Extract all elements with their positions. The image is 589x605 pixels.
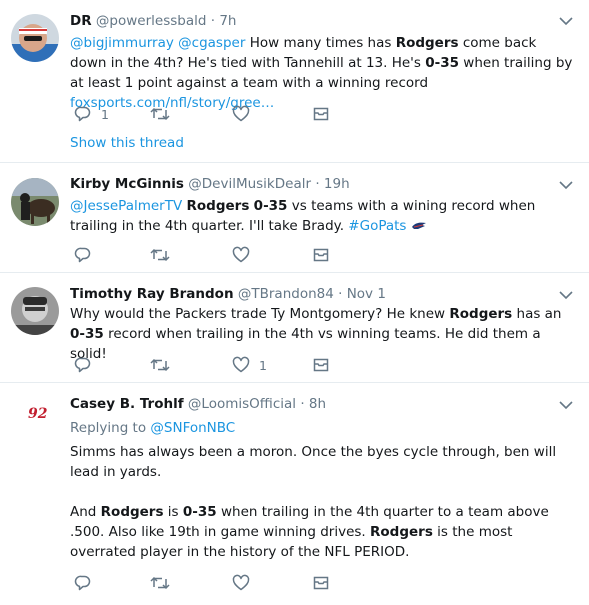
keyword-highlight: Rodgers: [370, 524, 433, 540]
timestamp[interactable]: 19h: [324, 176, 350, 192]
envelope-icon: [313, 107, 329, 121]
text-segment: And: [70, 504, 101, 520]
retweet-button[interactable]: [150, 104, 179, 124]
retweet-icon: [150, 576, 170, 590]
mention-link[interactable]: @JessePalmerTV: [70, 198, 182, 214]
tweet[interactable]: 92 Casey B. Trohlf @LoomisOfficial · 8h …: [0, 383, 589, 605]
separator-dot: ·: [338, 286, 343, 302]
text-segment: How many times has: [245, 35, 396, 51]
chevron-down-icon[interactable]: [559, 16, 573, 26]
show-thread-link[interactable]: Show this thread: [70, 135, 184, 151]
envelope-icon: [313, 248, 329, 262]
heart-icon: [232, 246, 250, 263]
svg-text:92: 92: [28, 406, 48, 422]
envelope-icon: [313, 576, 329, 590]
retweet-button[interactable]: [150, 245, 179, 265]
separator-dot: ·: [210, 13, 216, 29]
heart-icon: [232, 105, 250, 122]
like-button[interactable]: [232, 573, 259, 593]
like-count: 1: [259, 357, 267, 373]
user-handle[interactable]: @DevilMusikDealr: [188, 176, 311, 192]
hashtag-link[interactable]: #GoPats: [348, 218, 406, 234]
display-name[interactable]: DR: [70, 13, 92, 29]
chevron-down-icon[interactable]: [559, 290, 573, 300]
keyword-highlight: 0-35: [253, 198, 288, 214]
reply-icon: [74, 357, 91, 373]
text-segment: has an: [512, 306, 562, 322]
text-segment: is: [163, 504, 183, 520]
direct-message-button[interactable]: [312, 355, 330, 375]
direct-message-button[interactable]: [312, 245, 330, 265]
direct-message-button[interactable]: [312, 104, 330, 124]
replying-label: Replying to: [70, 420, 147, 436]
keyword-highlight: Rodgers: [395, 35, 459, 51]
reply-button[interactable]: [74, 355, 101, 375]
user-handle[interactable]: @powerlessbald: [96, 13, 207, 29]
like-button[interactable]: 1: [232, 355, 267, 375]
display-name[interactable]: Timothy Ray Brandon: [70, 286, 234, 302]
text-segment: Why would the Packers trade Ty Montgomer…: [70, 306, 450, 322]
reply-button[interactable]: [74, 245, 101, 265]
separator-dot: ·: [315, 176, 320, 192]
retweet-icon: [150, 107, 170, 121]
display-name[interactable]: Casey B. Trohlf: [70, 396, 184, 412]
display-name[interactable]: Kirby McGinnis: [70, 176, 184, 192]
keyword-highlight: 0-35: [70, 326, 104, 342]
reply-button[interactable]: 1: [74, 104, 109, 124]
like-button[interactable]: [232, 104, 259, 124]
avatar[interactable]: [11, 14, 59, 62]
direct-message-button[interactable]: [312, 573, 330, 593]
mention-link[interactable]: @bigjimmurray: [70, 35, 174, 51]
mention-link[interactable]: @SNFonNBC: [150, 420, 235, 436]
retweet-button[interactable]: [150, 355, 179, 375]
heart-icon: [232, 356, 250, 373]
keyword-highlight: 0-35: [182, 504, 217, 520]
retweet-button[interactable]: [150, 573, 179, 593]
tweet-text: Simms has always been a moron. Once the …: [70, 444, 557, 480]
tweet[interactable]: Kirby McGinnis @DevilMusikDealr · 19h @J…: [0, 163, 589, 273]
timestamp[interactable]: Nov 1: [347, 286, 386, 302]
user-handle[interactable]: @TBrandon84: [238, 286, 334, 302]
timestamp[interactable]: 8h: [309, 396, 326, 412]
replying-to: Replying to @SNFonNBC: [70, 418, 577, 438]
retweet-icon: [150, 248, 170, 262]
avatar[interactable]: [11, 287, 59, 335]
tweet[interactable]: DR @powerlessbald · 7h @bigjimmurray @cg…: [0, 0, 589, 163]
patriots-logo-icon: [411, 222, 426, 229]
timestamp[interactable]: 7h: [219, 13, 236, 29]
separator-dot: ·: [300, 396, 305, 412]
tweet[interactable]: Timothy Ray Brandon @TBrandon84 · Nov 1 …: [0, 273, 589, 383]
reply-count: 1: [101, 106, 109, 122]
like-button[interactable]: [232, 245, 259, 265]
reply-icon: [74, 247, 91, 263]
reply-button[interactable]: [74, 573, 101, 593]
user-handle[interactable]: @LoomisOfficial: [188, 396, 296, 412]
tweet-text: @bigjimmurray @cgasper How many times ha…: [70, 33, 577, 113]
keyword-highlight: Rodgers: [449, 306, 513, 322]
heart-icon: [232, 574, 250, 591]
chevron-down-icon[interactable]: [559, 400, 573, 410]
reply-icon: [74, 106, 91, 122]
tweet-text: @JessePalmerTV Rodgers 0-35 vs teams wit…: [70, 196, 577, 236]
avatar[interactable]: [11, 178, 59, 226]
keyword-highlight: Rodgers: [186, 198, 250, 214]
tweet-text: And Rodgers is 0-35 when trailing in the…: [70, 502, 577, 562]
reply-icon: [74, 575, 91, 591]
keyword-highlight: 0-35: [425, 55, 460, 71]
keyword-highlight: Rodgers: [100, 504, 164, 520]
avatar[interactable]: 92: [20, 397, 50, 427]
retweet-icon: [150, 358, 170, 372]
mention-link[interactable]: @cgasper: [178, 35, 245, 51]
envelope-icon: [313, 358, 329, 372]
chevron-down-icon[interactable]: [559, 180, 573, 190]
